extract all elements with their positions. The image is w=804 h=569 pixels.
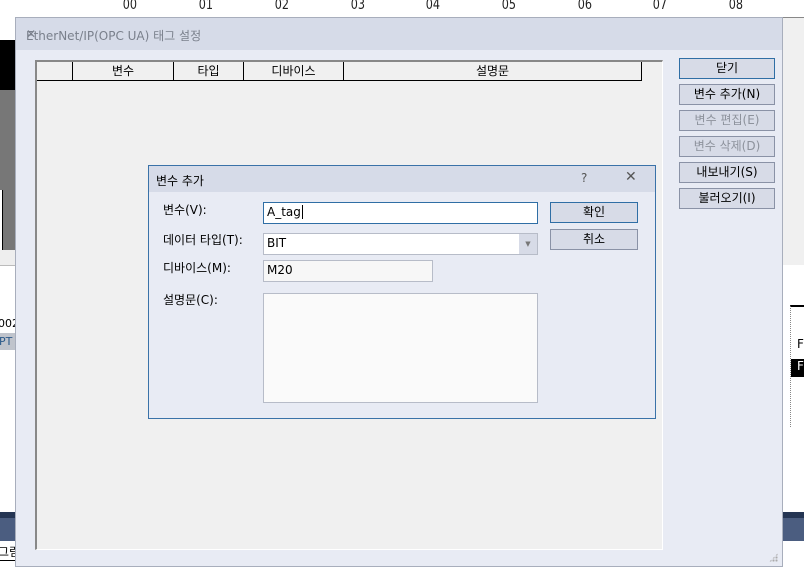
- variable-input[interactable]: A_tag: [263, 202, 538, 224]
- column-label: 04: [425, 0, 441, 13]
- column-label: 07: [652, 0, 668, 13]
- resize-grip-icon[interactable]: [769, 553, 778, 562]
- column-label: 01: [198, 0, 214, 13]
- help-icon[interactable]: ?: [581, 171, 587, 185]
- column-label: 00: [122, 0, 138, 13]
- column-label: 03: [350, 0, 366, 13]
- close-icon[interactable]: ✕: [26, 27, 772, 41]
- data-type-label: 데이터 타입(T):: [163, 233, 243, 247]
- column-label: 08: [728, 0, 744, 13]
- column-header-description[interactable]: 설명문: [344, 62, 642, 81]
- variable-label: 변수(V):: [163, 203, 207, 217]
- device-input[interactable]: M20: [263, 260, 433, 282]
- column-label: 06: [577, 0, 593, 13]
- import-button[interactable]: 불러오기(I): [679, 188, 775, 209]
- background-right-list: F F: [790, 305, 804, 427]
- background-dark-band: [0, 512, 15, 541]
- background-right-area: [783, 17, 804, 265]
- description-textarea[interactable]: [263, 293, 538, 403]
- dialog-title-bar: 변수 추가 ? ✕: [149, 166, 655, 192]
- background-left-band: [0, 250, 15, 266]
- background-left-box: [0, 190, 3, 250]
- data-type-select[interactable]: BIT ▼: [263, 233, 538, 255]
- delete-variable-button[interactable]: 변수 삭제(D): [679, 136, 775, 157]
- column-label: 02: [274, 0, 290, 13]
- background-left-strip: [0, 40, 15, 90]
- close-button[interactable]: 닫기: [679, 58, 775, 79]
- close-icon[interactable]: ✕: [625, 169, 637, 185]
- add-variable-button[interactable]: 변수 추가(N): [679, 84, 775, 105]
- column-header-type[interactable]: 타입: [174, 62, 244, 81]
- device-label: 디바이스(M):: [163, 261, 231, 275]
- cancel-button[interactable]: 취소: [550, 229, 638, 250]
- dialog-title: 변수 추가: [156, 174, 204, 188]
- background-right-dark-band: [783, 512, 804, 541]
- edit-variable-button[interactable]: 변수 편집(E): [679, 110, 775, 131]
- add-variable-dialog: 변수 추가 ? ✕ 변수(V): A_tag 데이터 타입(T): BIT ▼ …: [148, 165, 656, 419]
- export-button[interactable]: 내보내기(S): [679, 162, 775, 183]
- description-label: 설명문(C):: [163, 293, 218, 307]
- background-row-selected: PT: [0, 333, 15, 350]
- chevron-down-icon: ▼: [519, 234, 537, 254]
- column-label: 05: [501, 0, 517, 13]
- dialog-title-bar: EtherNet/IP(OPC UA) 태그 설정 ✕: [16, 18, 782, 50]
- background-column-header: 00 01 02 03 04 05 06 07 08: [0, 0, 804, 17]
- column-header-device[interactable]: 디바이스: [244, 62, 344, 81]
- column-header-variable[interactable]: 변수: [73, 62, 174, 81]
- ok-button[interactable]: 확인: [550, 202, 638, 223]
- column-header-index[interactable]: [37, 62, 73, 81]
